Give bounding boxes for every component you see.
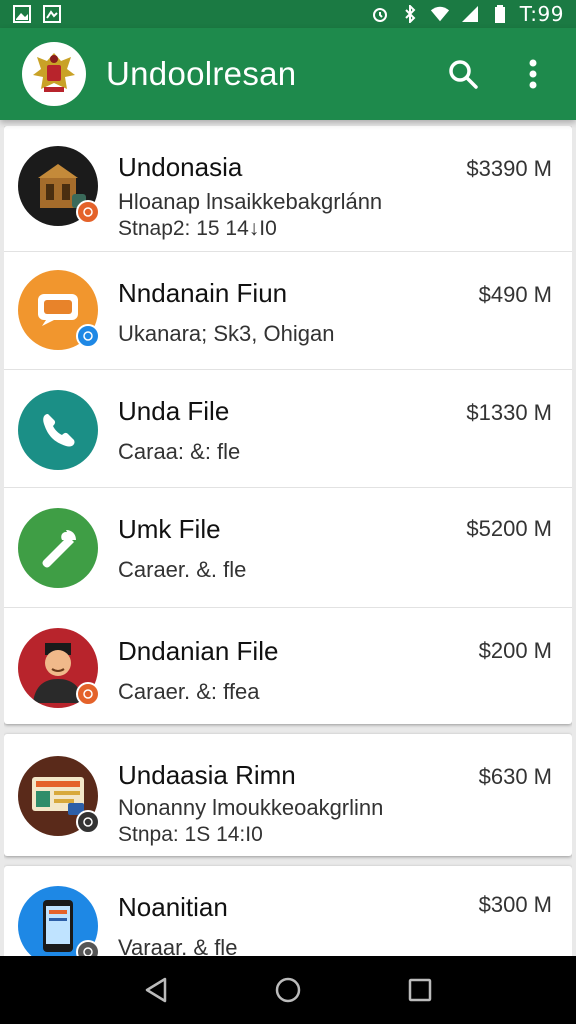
phone-icon xyxy=(43,414,75,447)
list-item[interactable]: Undaasia Rimn Nonanny lmoukkeoakgrlinn S… xyxy=(4,734,572,856)
list-card: Undaasia Rimn Nonanny lmoukkeoakgrlinn S… xyxy=(4,734,572,856)
app-title: Undoolresan xyxy=(106,55,297,92)
status-bar: T:99 xyxy=(0,0,576,28)
emblem-icon xyxy=(33,53,75,92)
recents-button[interactable] xyxy=(399,969,441,1011)
list-card: Noanitian Varaar. & fle $300 M xyxy=(4,866,572,956)
item-amount: $630 M xyxy=(478,764,552,789)
avatar xyxy=(18,886,100,956)
item-amount: $5200 M xyxy=(466,516,552,541)
gallery-icon xyxy=(42,4,62,24)
chat-icon xyxy=(38,294,78,326)
recents-icon xyxy=(408,978,432,1002)
list-item[interactable]: Dndanian File Caraer. &: ffea $200 M xyxy=(4,608,572,724)
wrench-icon xyxy=(42,530,76,568)
list-item[interactable]: Umk File Caraer. &. fle $5200 M xyxy=(4,488,572,608)
item-amount: $3390 M xyxy=(466,156,552,181)
search-icon xyxy=(449,60,478,89)
item-amount: $490 M xyxy=(478,282,552,307)
item-meta: Stnap2: 15 14↓I0 xyxy=(118,217,277,240)
avatar xyxy=(18,756,100,836)
item-amount: $300 M xyxy=(478,892,552,917)
item-meta: Stnpa: 1S 14:I0 xyxy=(118,823,263,846)
back-button[interactable] xyxy=(135,969,177,1011)
avatar xyxy=(18,508,98,588)
item-subtitle: Hloanap lnsaikkebakgrlánn xyxy=(118,189,383,214)
app-logo xyxy=(22,42,86,106)
badge-icon xyxy=(76,200,100,224)
item-amount: $1330 M xyxy=(466,400,552,425)
avatar xyxy=(18,628,100,708)
avatar xyxy=(18,390,98,470)
alarm-icon xyxy=(370,4,390,24)
list-item[interactable]: Unda File Caraa: &: fle $1330 M xyxy=(4,370,572,488)
search-button[interactable] xyxy=(442,53,484,95)
item-amount: $200 M xyxy=(478,638,552,663)
list-card: Undonasia Hloanap lnsaikkebakgrlánn Stna… xyxy=(4,126,572,724)
badge-icon xyxy=(76,940,100,956)
item-subtitle: Ukanara; Sk3, Ohigan xyxy=(118,321,335,346)
navigation-bar xyxy=(0,956,576,1024)
more-vert-icon xyxy=(529,59,537,89)
item-subtitle: Caraa: &: fle xyxy=(118,439,241,464)
list-item[interactable]: Undonasia Hloanap lnsaikkebakgrlánn Stna… xyxy=(4,126,572,252)
avatar xyxy=(18,146,100,226)
bluetooth-icon xyxy=(400,4,420,24)
badge-icon xyxy=(76,810,100,834)
list-item[interactable]: Nndanain Fiun Ukanara; Sk3, Ohigan $490 … xyxy=(4,252,572,370)
list-item[interactable]: Noanitian Varaar. & fle $300 M xyxy=(4,866,572,956)
badge-icon xyxy=(76,324,100,348)
back-icon xyxy=(145,977,167,1003)
item-subtitle: Nonanny lmoukkeoakgrlinn xyxy=(118,795,384,820)
file-list: Undonasia Hloanap lnsaikkebakgrlánn Stna… xyxy=(4,126,572,956)
signal-icon xyxy=(460,4,480,24)
battery-icon xyxy=(490,4,510,24)
status-time: T:99 xyxy=(519,2,564,26)
home-button[interactable] xyxy=(267,969,309,1011)
more-options-button[interactable] xyxy=(512,53,554,95)
item-subtitle: Caraer. &: ffea xyxy=(118,679,260,704)
avatar xyxy=(18,270,100,350)
home-icon xyxy=(275,977,301,1003)
item-subtitle: Caraer. &. fle xyxy=(118,557,247,582)
device-icon xyxy=(43,900,73,952)
item-subtitle: Varaar. & fle xyxy=(118,935,238,956)
badge-icon xyxy=(76,682,100,706)
image-icon xyxy=(12,4,32,24)
app-bar: Undoolresan xyxy=(0,28,576,120)
wifi-icon xyxy=(430,4,450,24)
